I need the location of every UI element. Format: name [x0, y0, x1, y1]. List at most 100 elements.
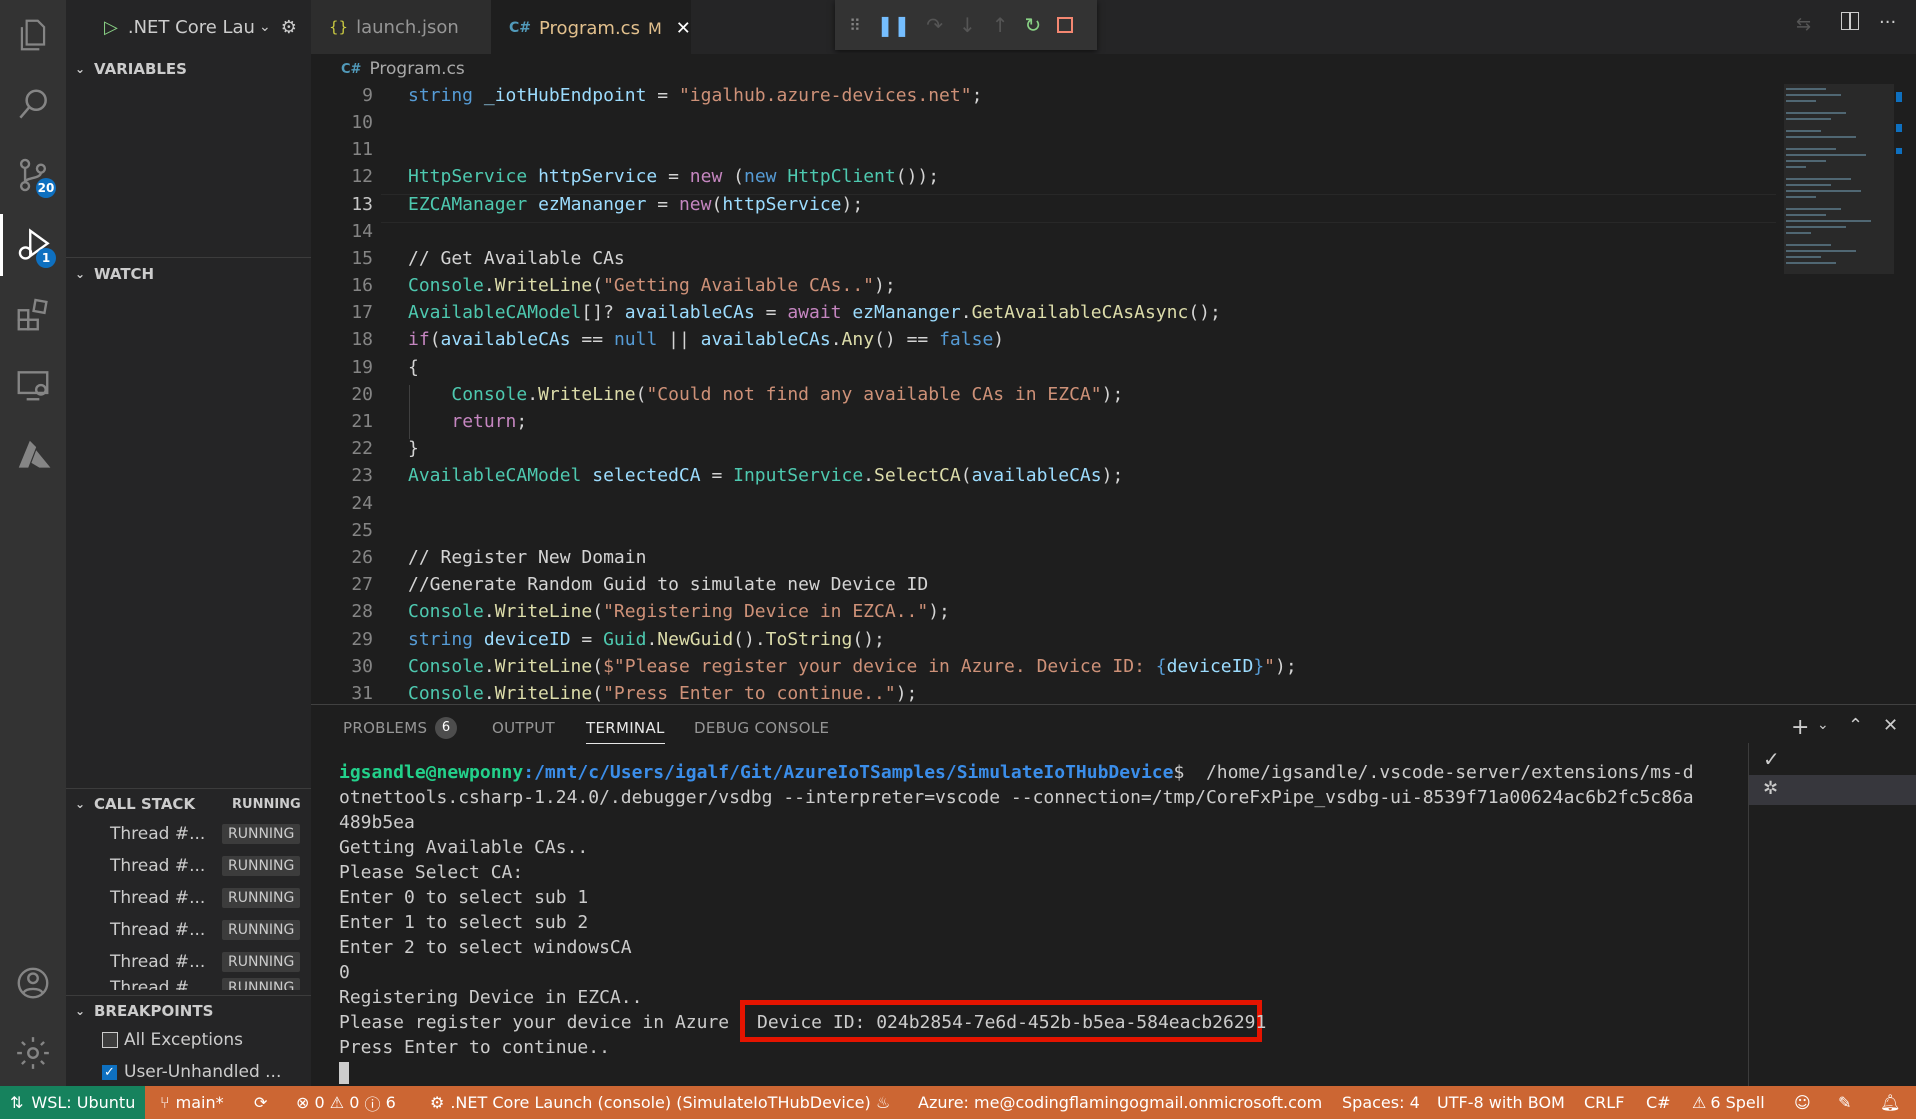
minimap-line — [1786, 262, 1836, 264]
run-debug-icon[interactable]: 1 — [0, 214, 66, 276]
line-number: 11 — [351, 139, 373, 160]
new-terminal-plus-icon[interactable]: + — [1791, 715, 1809, 740]
azure-account[interactable]: Azure: me@codingflamingogmail.onmicrosof… — [918, 1086, 1322, 1119]
end-of-line[interactable]: CRLF — [1584, 1086, 1624, 1119]
problems-indicator[interactable]: ⊗ 0 ⚠ 0 ⓘ 6 — [296, 1086, 396, 1119]
debug-icon: ⚙ — [430, 1093, 445, 1112]
minimap-line — [1786, 190, 1861, 192]
code-editor[interactable]: 9 string _iotHubEndpoint = "igalhub.azure… — [311, 84, 1776, 704]
chevron-down-icon[interactable]: ⌄ — [1817, 717, 1829, 733]
breakpoints-section-header[interactable]: ⌄ BREAKPOINTS — [66, 996, 311, 1026]
notifications-bell-icon[interactable]: 🔔︎ — [1880, 1086, 1900, 1119]
thread-status: RUNNING — [222, 856, 301, 876]
checkbox-unchecked[interactable] — [102, 1032, 118, 1048]
code-line: 12 HttpService httpService = new (new Htt… — [311, 163, 1776, 190]
thread-item[interactable]: Thread #... RUNNING — [66, 850, 311, 882]
sync-icon[interactable]: ⟳ — [254, 1086, 267, 1119]
copilot-icon[interactable]: ☺ — [1794, 1086, 1811, 1119]
terminal-line: Getting Available CAs.. — [339, 837, 589, 858]
breakpoint-item[interactable]: ✓ User-Unhandled ... — [66, 1056, 311, 1088]
remote-explorer-icon[interactable] — [0, 354, 66, 416]
thread-status: RUNNING — [222, 952, 301, 972]
status-bar: ⇅ WSL: Ubuntu ⑂ main* ⟳ ⊗ 0 ⚠ 0 ⓘ 6 ⚙ .N… — [0, 1086, 1916, 1119]
remote-indicator[interactable]: ⇅ WSL: Ubuntu — [0, 1086, 146, 1119]
thread-item[interactable]: Thread #... RUNNING — [66, 914, 311, 946]
open-changes-icon[interactable]: ⇆ — [1796, 14, 1811, 35]
code-line: 17 AvailableCAModel[]? availableCAs = awa… — [311, 299, 1776, 326]
debug-config-select[interactable]: .NET Core Lau — [128, 17, 255, 38]
remote-icon: ⇅ — [10, 1093, 24, 1112]
minimap-line — [1786, 154, 1866, 156]
stop-icon[interactable] — [1057, 17, 1074, 33]
close-panel-icon[interactable]: ✕ — [1883, 715, 1898, 736]
git-branch-icon: ⑂ — [160, 1093, 170, 1112]
tab-launch-json[interactable]: {} launch.json — [311, 0, 491, 54]
settings-gear-icon[interactable] — [0, 1022, 66, 1084]
drag-handle-icon[interactable]: ⠿ — [849, 16, 861, 35]
code-line: 13 EZCAManager ezMananger = new(httpServi… — [311, 191, 1776, 218]
azure-icon[interactable] — [0, 424, 66, 486]
terminal-line: Enter 0 to select sub 1 — [339, 887, 589, 908]
tab-problems[interactable]: PROBLEMS — [343, 719, 427, 737]
close-icon[interactable]: ✕ — [676, 18, 691, 39]
line-number: 16 — [351, 275, 373, 296]
thread-item[interactable]: Thread #... RUNNING — [66, 978, 311, 990]
code-comment: //Generate Random Guid to simulate new D… — [408, 574, 929, 595]
restart-icon[interactable]: ↻ — [1025, 13, 1042, 37]
launch-config-indicator[interactable]: ⚙ .NET Core Launch (console) (SimulateIo… — [430, 1086, 871, 1119]
search-icon[interactable] — [0, 74, 66, 136]
tab-terminal[interactable]: TERMINAL — [586, 719, 665, 744]
breadcrumb[interactable]: C# Program.cs — [311, 54, 1916, 84]
spell-indicator[interactable]: ⚠ 6 Spell — [1692, 1086, 1765, 1119]
breadcrumb-file[interactable]: Program.cs — [369, 59, 464, 79]
tab-program-cs[interactable]: C# Program.cs M ✕ — [491, 0, 691, 55]
explorer-icon[interactable] — [0, 4, 66, 66]
step-into-icon[interactable]: ↓ — [959, 13, 976, 37]
tab-debug-console[interactable]: DEBUG CONSOLE — [694, 719, 829, 737]
variables-section-header[interactable]: ⌄ VARIABLES — [66, 54, 311, 84]
accounts-icon[interactable] — [0, 952, 66, 1014]
terminal-line: Registering Device in EZCA.. — [339, 987, 643, 1008]
branch-indicator[interactable]: ⑂ main* — [160, 1086, 224, 1119]
thread-item[interactable]: Thread #... RUNNING — [66, 946, 311, 978]
terminal-line: otnettools.csharp-1.24.0/.debugger/vsdbg… — [339, 787, 1694, 808]
line-number: 14 — [351, 221, 373, 242]
checkbox-checked[interactable]: ✓ — [102, 1064, 117, 1080]
scrollbar-marker — [1896, 148, 1902, 154]
register-prefix: Please register your device in Azure — [339, 1012, 730, 1033]
chevron-down-icon[interactable]: ⌄ — [259, 19, 271, 35]
step-over-icon[interactable]: ↷ — [926, 13, 943, 37]
flame-icon[interactable]: ♨ — [876, 1086, 890, 1119]
encoding[interactable]: UTF-8 with BOM — [1437, 1086, 1565, 1119]
split-editor-icon[interactable] — [1841, 12, 1859, 30]
terminal-tab-debug[interactable]: ✲ — [1749, 775, 1916, 805]
feedback-icon[interactable]: ✎ — [1838, 1086, 1851, 1119]
call-stack-section-header[interactable]: ⌄ CALL STACK RUNNING — [66, 789, 311, 819]
more-actions-icon[interactable]: ··· — [1879, 12, 1896, 33]
maximize-panel-icon[interactable]: ⌃ — [1848, 715, 1863, 736]
editor-tabs: {} launch.json C# Program.cs M ✕ ⠿ ❚❚ ↷ … — [311, 0, 1916, 55]
indentation[interactable]: Spaces: 4 — [1342, 1086, 1420, 1119]
extensions-icon[interactable] — [0, 284, 66, 346]
breakpoint-label: All Exceptions — [124, 1030, 243, 1050]
watch-section-header[interactable]: ⌄ WATCH — [66, 259, 311, 289]
task-check-icon[interactable]: ✓ — [1763, 747, 1780, 771]
code-line: 24 — [311, 490, 1776, 517]
language-mode[interactable]: C# — [1646, 1086, 1671, 1119]
tab-output[interactable]: OUTPUT — [492, 719, 555, 737]
code-line: 28 Console.WriteLine("Registering Device … — [311, 598, 1776, 625]
tab-label: launch.json — [356, 16, 459, 38]
debug-settings-gear-icon[interactable]: ⚙ — [281, 17, 297, 38]
thread-item[interactable]: Thread #... RUNNING — [66, 818, 311, 850]
thread-item[interactable]: Thread #... RUNNING — [66, 882, 311, 914]
line-number: 26 — [351, 547, 373, 568]
step-out-icon[interactable]: ↑ — [992, 13, 1009, 37]
start-debugging-icon[interactable]: ▷ — [104, 17, 118, 38]
thread-status: RUNNING — [222, 920, 301, 940]
pause-icon[interactable]: ❚❚ — [877, 13, 911, 37]
source-control-icon[interactable]: 20 — [0, 144, 66, 206]
terminal-line: 0 — [339, 962, 350, 983]
minimap[interactable] — [1776, 84, 1906, 704]
breakpoint-item[interactable]: All Exceptions — [66, 1024, 311, 1056]
debug-config-bar: ▷ .NET Core Lau ⌄ ⚙ — [66, 0, 311, 54]
